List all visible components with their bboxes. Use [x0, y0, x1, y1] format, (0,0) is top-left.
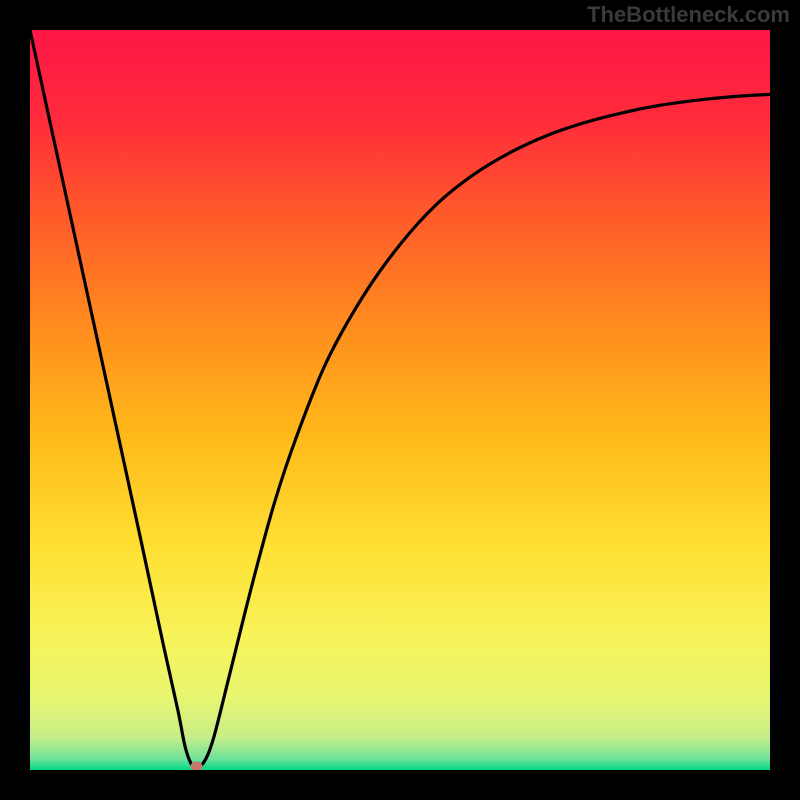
chart-container: TheBottleneck.com [0, 0, 800, 800]
curve-line [30, 30, 770, 768]
plot-svg [30, 30, 770, 770]
watermark-text: TheBottleneck.com [587, 2, 790, 28]
